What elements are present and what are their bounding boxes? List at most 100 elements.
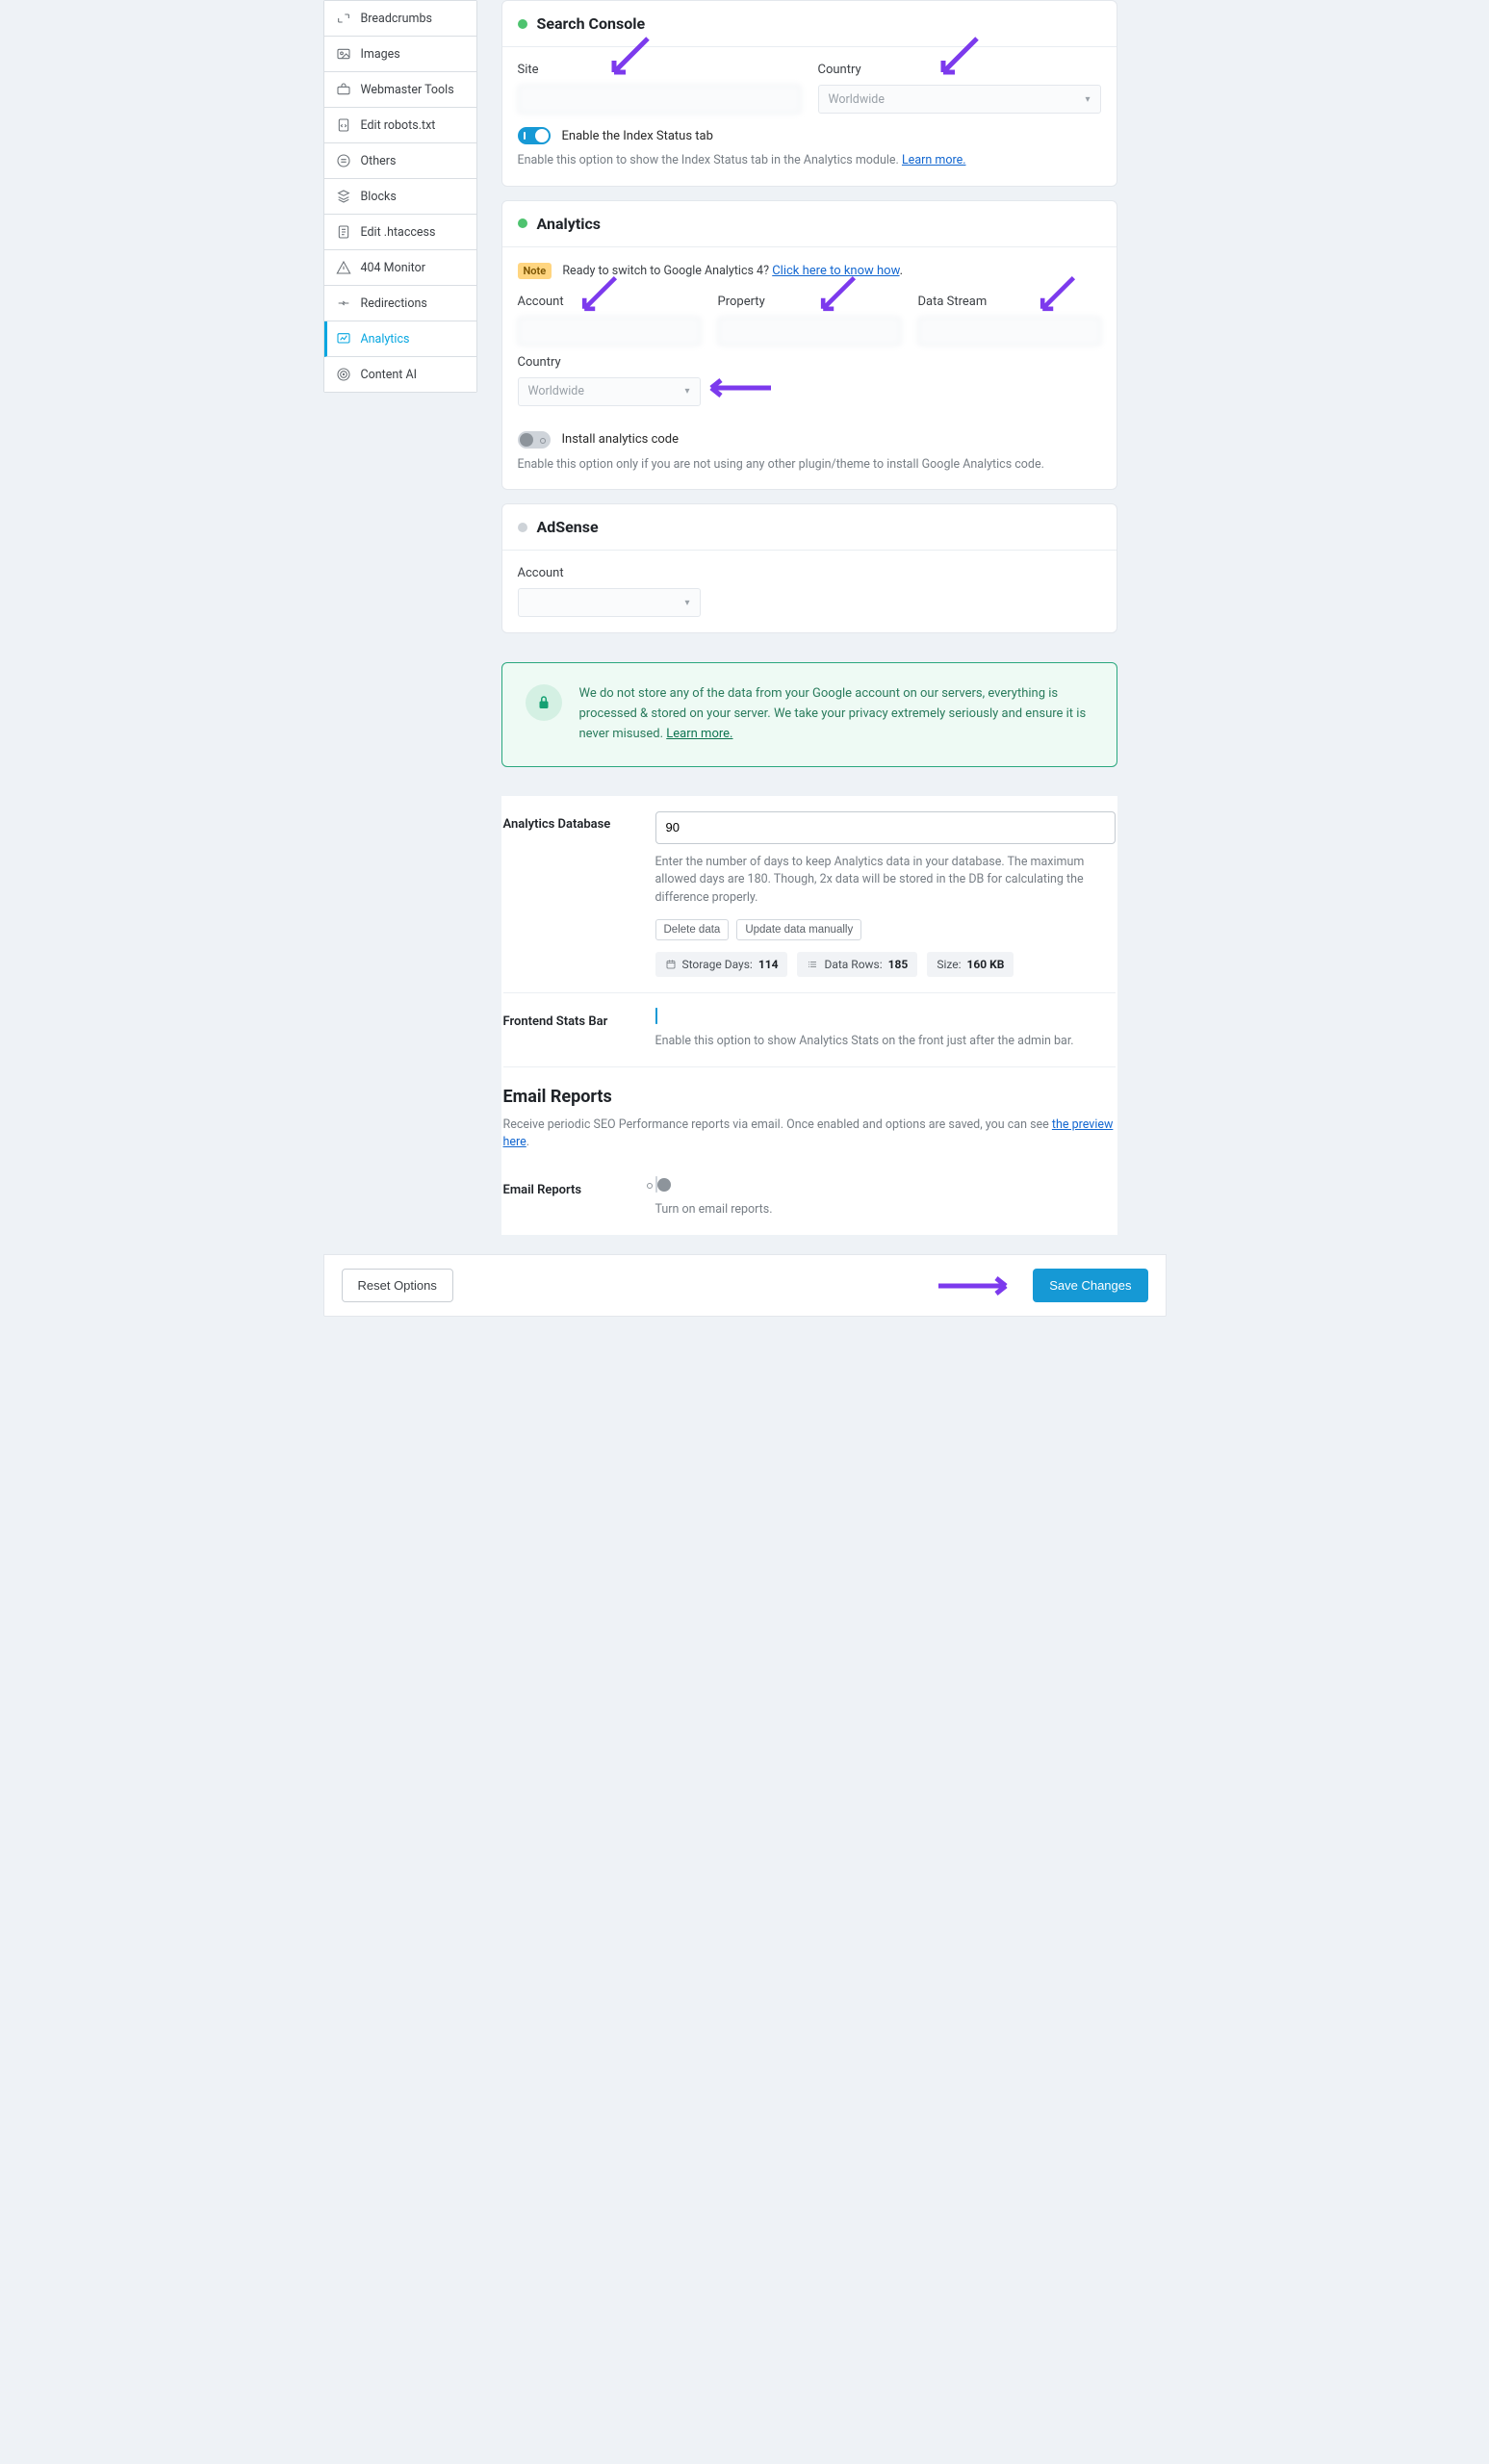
- target-icon: [336, 367, 351, 382]
- frontend-stats-toggle[interactable]: [655, 1008, 657, 1024]
- panel-title: AdSense: [537, 518, 599, 536]
- learn-more-link[interactable]: Learn more.: [666, 727, 732, 741]
- adsense-account-label: Account: [518, 566, 701, 580]
- sidebar-item-label: Images: [361, 47, 400, 62]
- image-icon: [336, 46, 351, 62]
- index-status-toggle[interactable]: [518, 127, 551, 144]
- sidebar-item-label: Webmaster Tools: [361, 83, 454, 97]
- sidebar-item-others[interactable]: Others: [324, 143, 476, 179]
- breadcrumb-icon: [336, 11, 351, 26]
- chip-size: Size: 160 KB: [927, 952, 1014, 977]
- help-text: Enter the number of days to keep Analyti…: [655, 854, 1116, 908]
- sidebar-item-breadcrumbs[interactable]: Breadcrumbs: [324, 1, 476, 37]
- sidebar-item-label: Redirections: [361, 296, 427, 311]
- file-icon: [336, 224, 351, 240]
- sidebar-item-label: Blocks: [361, 190, 397, 204]
- help-text: Enable this option to show the Index Sta…: [518, 152, 1101, 170]
- save-changes-button[interactable]: Save Changes: [1033, 1269, 1147, 1302]
- privacy-info-box: We do not store any of the data from you…: [501, 662, 1117, 766]
- sidebar-item-label: Analytics: [361, 332, 410, 346]
- chart-icon: [336, 331, 351, 346]
- country-label: Country: [818, 63, 1101, 77]
- chip-storage-days: Storage Days: 114: [655, 952, 788, 977]
- main-content: Search Console Site Country Worldwide ▾: [501, 0, 1117, 1235]
- property-select[interactable]: [718, 317, 901, 346]
- analytics-country-select[interactable]: Worldwide ▾: [518, 377, 701, 406]
- update-data-button[interactable]: Update data manually: [736, 919, 861, 940]
- toggle-label: Install analytics code: [562, 432, 680, 447]
- sidebar-item-webmaster-tools[interactable]: Webmaster Tools: [324, 72, 476, 108]
- analytics-country-label: Country: [518, 355, 701, 370]
- calendar-icon: [665, 959, 677, 970]
- blocks-icon: [336, 189, 351, 204]
- property-label: Property: [718, 295, 901, 309]
- sidebar-item-label: Edit .htaccess: [361, 225, 436, 240]
- chevron-down-icon: ▾: [684, 386, 689, 397]
- adsense-panel: AdSense Account ▾: [501, 503, 1117, 633]
- panel-title: Search Console: [537, 14, 646, 33]
- learn-more-link[interactable]: Learn more.: [902, 153, 966, 167]
- install-code-toggle[interactable]: [518, 431, 551, 449]
- site-label: Site: [518, 63, 801, 77]
- list-icon: [336, 153, 351, 168]
- sidebar-item-analytics[interactable]: Analytics: [324, 321, 476, 357]
- help-text: Turn on email reports.: [655, 1201, 1116, 1219]
- sidebar-item-images[interactable]: Images: [324, 37, 476, 72]
- settings-sidebar: Breadcrumbs Images Webmaster Tools Edit …: [323, 0, 477, 393]
- chevron-down-icon: ▾: [684, 598, 689, 608]
- sidebar-item-edit-robots[interactable]: Edit robots.txt: [324, 108, 476, 143]
- status-dot-icon: [518, 19, 527, 29]
- sidebar-item-404-monitor[interactable]: 404 Monitor: [324, 250, 476, 286]
- email-reports-toggle[interactable]: [655, 1176, 657, 1193]
- footer-bar: Reset Options Save Changes: [323, 1254, 1167, 1317]
- rows-icon: [807, 959, 818, 970]
- email-reports-heading: Email Reports: [503, 1087, 1116, 1107]
- chevron-down-icon: ▾: [1085, 94, 1090, 105]
- search-console-panel: Search Console Site Country Worldwide ▾: [501, 0, 1117, 187]
- select-value: Worldwide: [528, 384, 584, 398]
- chip-data-rows: Data Rows: 185: [797, 952, 917, 977]
- email-reports-desc: Receive periodic SEO Performance reports…: [503, 1116, 1116, 1163]
- help-text: Enable this option only if you are not u…: [518, 456, 1101, 475]
- analytics-panel: Analytics Note Ready to switch to Google…: [501, 200, 1117, 491]
- sidebar-item-content-ai[interactable]: Content AI: [324, 357, 476, 392]
- datastream-select[interactable]: [918, 317, 1101, 346]
- toolbox-icon: [336, 82, 351, 97]
- annotation-arrow-icon: [937, 1274, 1014, 1297]
- analytics-days-input[interactable]: [655, 811, 1116, 844]
- select-value: Worldwide: [829, 92, 885, 107]
- sidebar-item-blocks[interactable]: Blocks: [324, 179, 476, 215]
- help-text: Enable this option to show Analytics Sta…: [655, 1033, 1116, 1051]
- ga4-link[interactable]: Click here to know how: [772, 264, 899, 278]
- status-dot-icon: [518, 218, 527, 228]
- privacy-text: We do not store any of the data from you…: [579, 686, 1087, 741]
- sidebar-item-label: Content AI: [361, 368, 418, 382]
- lock-icon: [526, 684, 562, 721]
- toggle-label: Enable the Index Status tab: [562, 129, 713, 143]
- status-dot-icon: [518, 523, 527, 532]
- sidebar-item-label: Edit robots.txt: [361, 118, 436, 133]
- sidebar-item-redirections[interactable]: Redirections: [324, 286, 476, 321]
- sidebar-item-label: 404 Monitor: [361, 261, 426, 275]
- sidebar-item-htaccess[interactable]: Edit .htaccess: [324, 215, 476, 250]
- country-select[interactable]: Worldwide ▾: [818, 85, 1101, 114]
- delete-data-button[interactable]: Delete data: [655, 919, 730, 940]
- redirect-icon: [336, 295, 351, 311]
- ga4-note: Note Ready to switch to Google Analytics…: [518, 263, 1101, 281]
- sidebar-item-label: Others: [361, 154, 397, 168]
- adsense-account-select[interactable]: ▾: [518, 588, 701, 617]
- site-select[interactable]: [518, 85, 801, 114]
- file-code-icon: [336, 117, 351, 133]
- datastream-label: Data Stream: [918, 295, 1101, 309]
- panel-title: Analytics: [537, 215, 602, 233]
- warning-icon: [336, 260, 351, 275]
- annotation-arrow-icon: [706, 376, 773, 399]
- setting-label: Frontend Stats Bar: [503, 1009, 636, 1051]
- note-badge: Note: [518, 263, 552, 279]
- reset-options-button[interactable]: Reset Options: [342, 1269, 453, 1302]
- analytics-database-row: Analytics Database Enter the number of d…: [503, 796, 1116, 993]
- frontend-stats-row: Frontend Stats Bar Enable this option to…: [503, 993, 1116, 1067]
- setting-label: Analytics Database: [503, 811, 636, 977]
- sidebar-item-label: Breadcrumbs: [361, 12, 433, 26]
- account-select[interactable]: [518, 317, 701, 346]
